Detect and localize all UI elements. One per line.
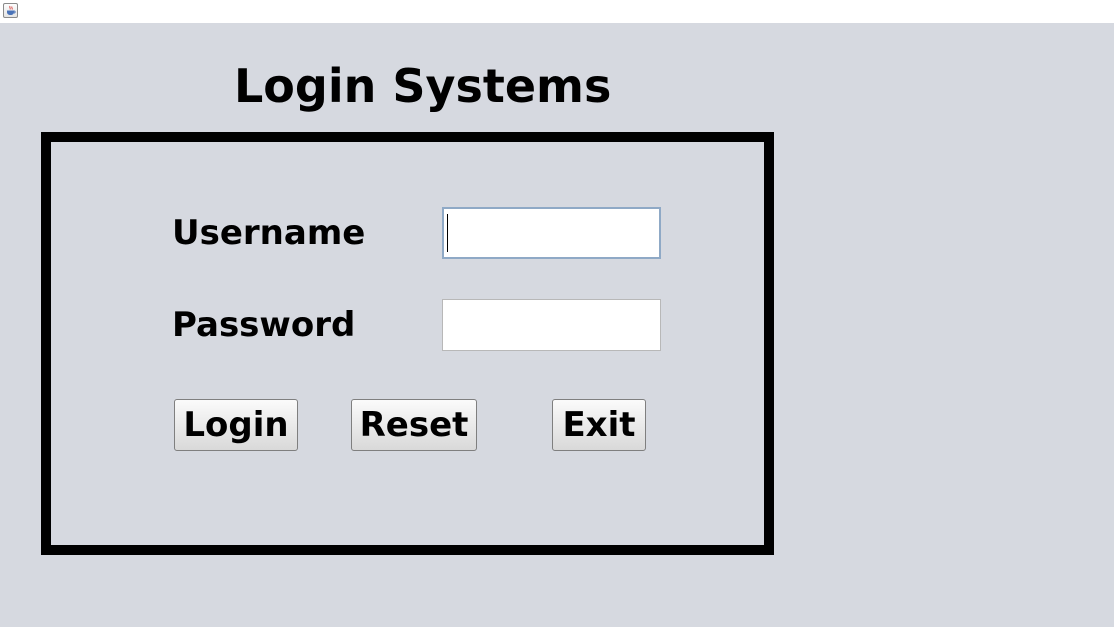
password-input[interactable] xyxy=(442,299,661,351)
java-cup-icon[interactable] xyxy=(3,3,18,18)
title-bar xyxy=(0,0,1114,23)
page-title: Login Systems xyxy=(234,59,612,113)
text-caret xyxy=(447,214,448,252)
username-input[interactable] xyxy=(442,207,661,259)
exit-button[interactable]: Exit xyxy=(552,399,646,451)
username-label: Username xyxy=(172,213,366,253)
reset-button[interactable]: Reset xyxy=(351,399,477,451)
password-label: Password xyxy=(172,305,356,345)
login-button[interactable]: Login xyxy=(174,399,298,451)
login-form-border xyxy=(41,132,774,555)
